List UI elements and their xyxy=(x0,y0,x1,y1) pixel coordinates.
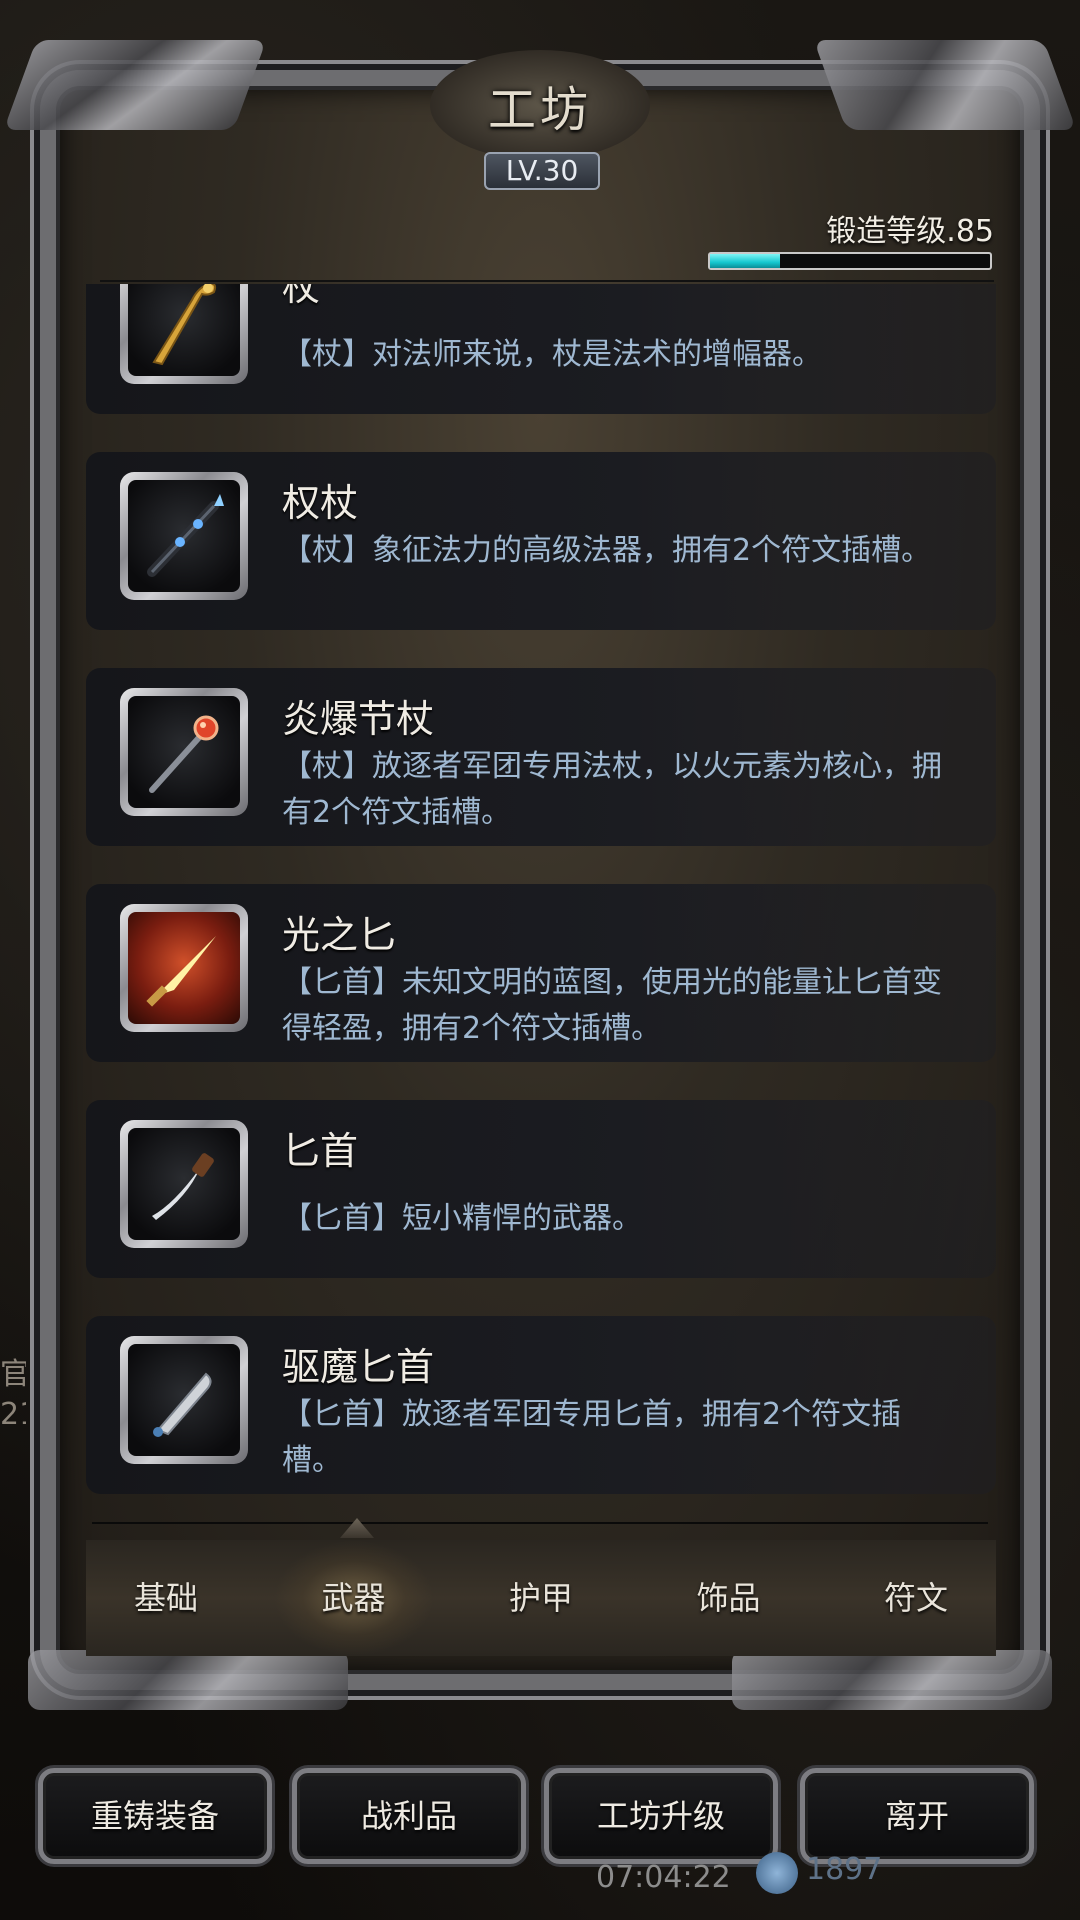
list-item[interactable]: 驱魔匕首 【匕首】放逐者军团专用匕首，拥有2个符文插槽。 xyxy=(86,1316,996,1494)
forge-progress-fill xyxy=(710,254,780,268)
tab-weapons[interactable]: 武器 xyxy=(273,1540,434,1656)
bottom-action-bar: 重铸装备 战利品 工坊升级 离开 xyxy=(38,1768,1048,1870)
workshop-level-badge: LV.30 xyxy=(484,152,600,190)
clock-text: 07:04:22 xyxy=(596,1860,731,1895)
item-icon-frame xyxy=(120,904,248,1032)
item-name: 权杖 xyxy=(282,481,359,525)
divider xyxy=(92,1522,988,1524)
recipe-list[interactable]: 杖 【杖】对法师来说，杖是法术的增幅器。 权杖 【杖】象征法力的高级法器，拥有2… xyxy=(86,284,996,1520)
list-item[interactable]: 匕首 【匕首】短小精悍的武器。 xyxy=(86,1100,996,1278)
reforge-equipment-button[interactable]: 重铸装备 xyxy=(38,1768,272,1864)
item-name: 匕首 xyxy=(282,1129,359,1173)
item-description: 【杖】对法师来说，杖是法术的增幅器。 xyxy=(282,337,822,372)
item-icon-frame xyxy=(120,472,248,600)
tab-runes[interactable]: 符文 xyxy=(836,1540,996,1656)
tab-accessories[interactable]: 饰品 xyxy=(649,1540,809,1656)
workshop-upgrade-button[interactable]: 工坊升级 xyxy=(544,1768,778,1864)
currency-icon xyxy=(756,1852,798,1894)
item-description: 【匕首】短小精悍的武器。 xyxy=(282,1201,642,1236)
golden-staff-icon xyxy=(128,284,240,376)
light-dagger-icon xyxy=(128,912,240,1024)
panel-title: 工坊 xyxy=(487,82,592,138)
item-icon-frame xyxy=(120,1120,248,1248)
item-description: 【杖】放逐者军团专用法杖，以火元素为核心，拥有2个符文插槽。 xyxy=(282,749,942,830)
dagger-icon xyxy=(128,1128,240,1240)
loot-button[interactable]: 战利品 xyxy=(292,1768,526,1864)
forge-level-label: 锻造等级.85 xyxy=(826,214,994,249)
item-description: 【杖】象征法力的高级法器，拥有2个符文插槽。 xyxy=(282,533,932,568)
item-name: 驱魔匕首 xyxy=(282,1345,435,1389)
list-item[interactable]: 权杖 【杖】象征法力的高级法器，拥有2个符文插槽。 xyxy=(86,452,996,630)
category-tabs: 基础 武器 护甲 饰品 符文 xyxy=(86,1540,996,1656)
tab-armor[interactable]: 护甲 xyxy=(461,1540,621,1656)
exorcism-dagger-icon xyxy=(128,1344,240,1456)
item-description: 【匕首】未知文明的蓝图，使用光的能量让匕首变得轻盈，拥有2个符文插槽。 xyxy=(282,965,942,1046)
item-icon-frame xyxy=(120,284,248,384)
forge-progress-bar xyxy=(708,252,992,270)
divider xyxy=(100,280,994,282)
item-icon-frame xyxy=(120,1336,248,1464)
currency-amount: 1897 xyxy=(806,1852,883,1887)
tab-basic[interactable]: 基础 xyxy=(86,1540,246,1656)
list-item[interactable]: 杖 【杖】对法师来说，杖是法术的增幅器。 xyxy=(86,284,996,414)
leave-button[interactable]: 离开 xyxy=(800,1768,1034,1864)
list-item[interactable]: 炎爆节杖 【杖】放逐者军团专用法杖，以火元素为核心，拥有2个符文插槽。 xyxy=(86,668,996,846)
item-name: 杖 xyxy=(282,284,321,309)
fire-scepter-icon xyxy=(128,696,240,808)
item-description: 【匕首】放逐者军团专用匕首，拥有2个符文插槽。 xyxy=(282,1397,902,1478)
item-name: 光之匕 xyxy=(282,913,397,957)
list-item[interactable]: 光之匕 【匕首】未知文明的蓝图，使用光的能量让匕首变得轻盈，拥有2个符文插槽。 xyxy=(86,884,996,1062)
title-plate: 工坊 xyxy=(430,50,650,160)
scepter-icon xyxy=(128,480,240,592)
item-icon-frame xyxy=(120,688,248,816)
item-name: 炎爆节杖 xyxy=(282,697,435,741)
background-text: 官21 xyxy=(0,1357,26,1432)
